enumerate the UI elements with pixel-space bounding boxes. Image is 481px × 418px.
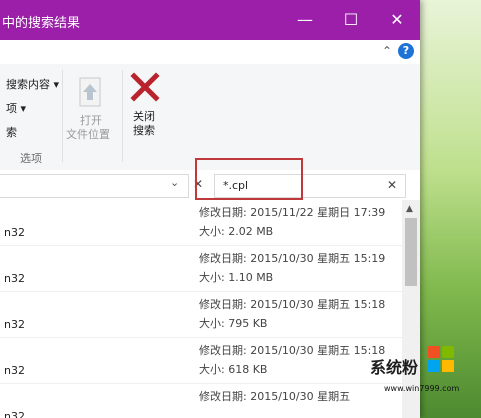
file-modified-date: 修改日期: 2015/11/22 星期日 17:39 xyxy=(199,206,386,219)
ribbon-separator xyxy=(62,70,63,162)
scrollbar-thumb[interactable] xyxy=(405,218,417,286)
collapse-ribbon-icon[interactable]: ⌃ xyxy=(382,44,392,58)
close-window-button[interactable]: ✕ xyxy=(374,0,420,40)
ribbon-search-item[interactable]: 索 xyxy=(6,124,17,140)
watermark-brand: 系统粉 xyxy=(370,358,419,377)
watermark-url: www.win7999.com xyxy=(384,384,460,393)
address-history-chevron-icon[interactable]: ⌄ xyxy=(170,176,179,189)
ribbon-group-label: 选项 xyxy=(20,152,42,165)
open-file-location-icon xyxy=(79,77,101,107)
file-name: n32 xyxy=(4,318,25,331)
minimize-button[interactable]: — xyxy=(282,0,328,40)
search-clear-icon[interactable]: ✕ xyxy=(387,178,397,192)
file-size: 大小: 618 KB xyxy=(199,363,268,376)
help-icon[interactable]: ? xyxy=(398,43,414,59)
open-location-label-2: 文件位置 xyxy=(66,128,110,141)
window-title: 中的搜索结果 xyxy=(2,16,81,31)
close-search-icon[interactable] xyxy=(130,72,160,102)
file-modified-date: 修改日期: 2015/10/30 星期五 15:19 xyxy=(199,252,386,265)
advanced-options-dropdown[interactable]: 搜索内容 ▾ xyxy=(6,76,59,92)
windows-logo-icon xyxy=(428,346,454,372)
ribbon-tab-row xyxy=(0,40,420,64)
maximize-button[interactable]: ☐ xyxy=(328,0,374,40)
file-size: 大小: 795 KB xyxy=(199,317,268,330)
ribbon-separator xyxy=(122,70,123,162)
highlight-annotation-box xyxy=(195,158,303,200)
title-bar[interactable]: 中的搜索结果 — ☐ ✕ xyxy=(0,0,420,40)
file-name: n32 xyxy=(4,364,25,377)
ribbon-dropdown-item[interactable]: 项 ▾ xyxy=(6,100,26,116)
file-name: n32 xyxy=(4,272,25,285)
list-item[interactable]: n32 修改日期: 2015/10/30 星期五 15:18 大小: 795 K… xyxy=(0,292,402,338)
close-search-label-2[interactable]: 搜索 xyxy=(133,122,155,138)
file-size: 大小: 1.10 MB xyxy=(199,271,274,284)
file-size: 大小: 2.02 MB xyxy=(199,225,274,238)
list-item[interactable]: n32 修改日期: 2015/10/30 星期五 15:19 大小: 1.10 … xyxy=(0,246,402,292)
file-name: n32 xyxy=(4,410,25,418)
file-modified-date: 修改日期: 2015/10/30 星期五 15:18 xyxy=(199,298,386,311)
address-bar[interactable] xyxy=(0,174,189,198)
file-name: n32 xyxy=(4,226,25,239)
search-ribbon: 搜索内容 ▾ 项 ▾ 索 打开 文件位置 关闭 搜索 选项 xyxy=(0,64,420,171)
site-watermark xyxy=(326,338,481,418)
scroll-up-arrow-icon[interactable]: ▲ xyxy=(406,204,413,214)
list-item[interactable]: n32 修改日期: 2015/11/22 星期日 17:39 大小: 2.02 … xyxy=(0,200,402,246)
